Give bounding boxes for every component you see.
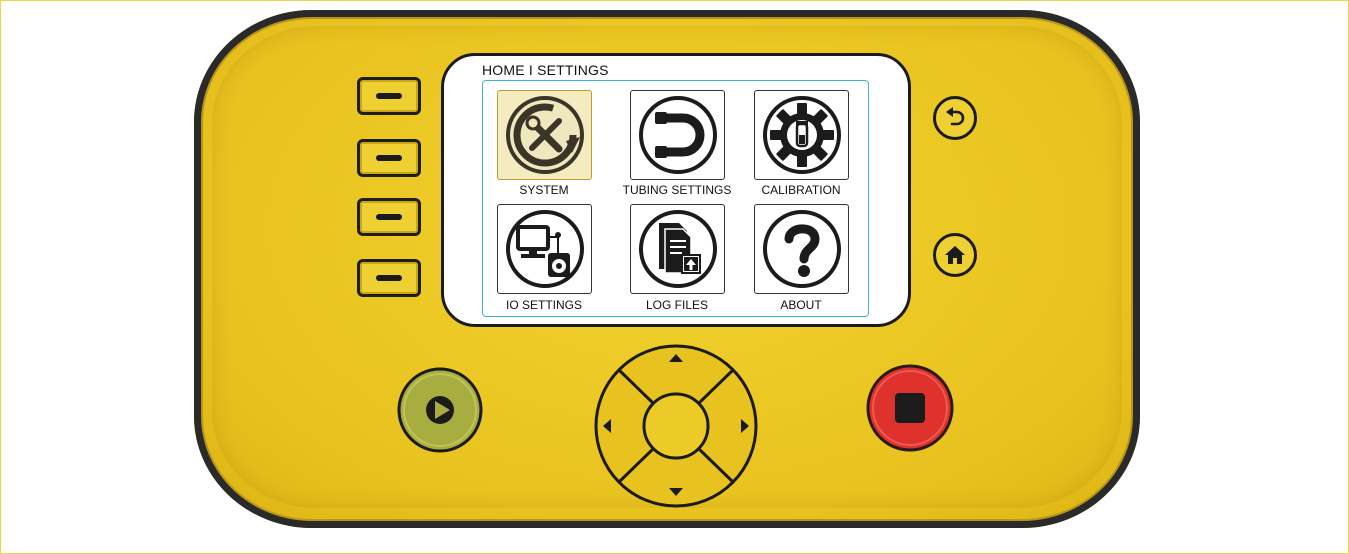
stop-button[interactable] xyxy=(866,364,954,452)
tile-calibration-label: CALIBRATION xyxy=(761,183,841,197)
calibration-gear-icon xyxy=(763,96,841,174)
lcd-screen: HOME I SETTINGS SYSTEM TUBING SETTINGS C… xyxy=(441,53,911,327)
system-tools-icon xyxy=(506,96,584,174)
tile-log-files[interactable] xyxy=(630,204,725,294)
play-icon xyxy=(397,367,483,453)
stop-icon xyxy=(866,364,954,452)
home-icon xyxy=(945,246,965,264)
tile-tubing-settings-label: TUBING SETTINGS xyxy=(622,183,732,197)
soft-key-bar xyxy=(376,214,402,220)
tile-calibration[interactable] xyxy=(754,90,849,180)
soft-key-1[interactable] xyxy=(357,77,421,115)
center-button[interactable] xyxy=(642,392,710,460)
directional-pad xyxy=(594,344,758,508)
back-arrow-icon xyxy=(946,107,965,126)
soft-key-3[interactable] xyxy=(357,198,421,236)
tubing-icon xyxy=(639,96,717,174)
settings-menu-panel: SYSTEM TUBING SETTINGS CALIBRATION IO SE… xyxy=(482,80,869,317)
soft-key-2[interactable] xyxy=(357,139,421,177)
tile-about-label: ABOUT xyxy=(780,298,822,312)
tile-log-files-label: LOG FILES xyxy=(645,298,709,312)
home-button[interactable] xyxy=(933,233,977,277)
tile-tubing-settings[interactable] xyxy=(630,90,725,180)
back-button[interactable] xyxy=(933,96,977,140)
tile-about[interactable] xyxy=(754,204,849,294)
tile-system-label: SYSTEM xyxy=(519,183,569,197)
tile-io-settings-label: IO SETTINGS xyxy=(505,298,582,312)
play-button[interactable] xyxy=(397,367,483,453)
soft-key-4[interactable] xyxy=(357,259,421,297)
soft-key-bar xyxy=(376,275,402,281)
computer-pump-icon xyxy=(506,210,584,288)
soft-key-bar xyxy=(376,155,402,161)
soft-key-bar xyxy=(376,93,402,99)
document-upload-icon xyxy=(639,210,717,288)
tile-io-settings[interactable] xyxy=(497,204,592,294)
breadcrumb: HOME I SETTINGS xyxy=(482,62,609,78)
tile-system[interactable] xyxy=(497,90,592,180)
question-mark-icon xyxy=(763,210,841,288)
